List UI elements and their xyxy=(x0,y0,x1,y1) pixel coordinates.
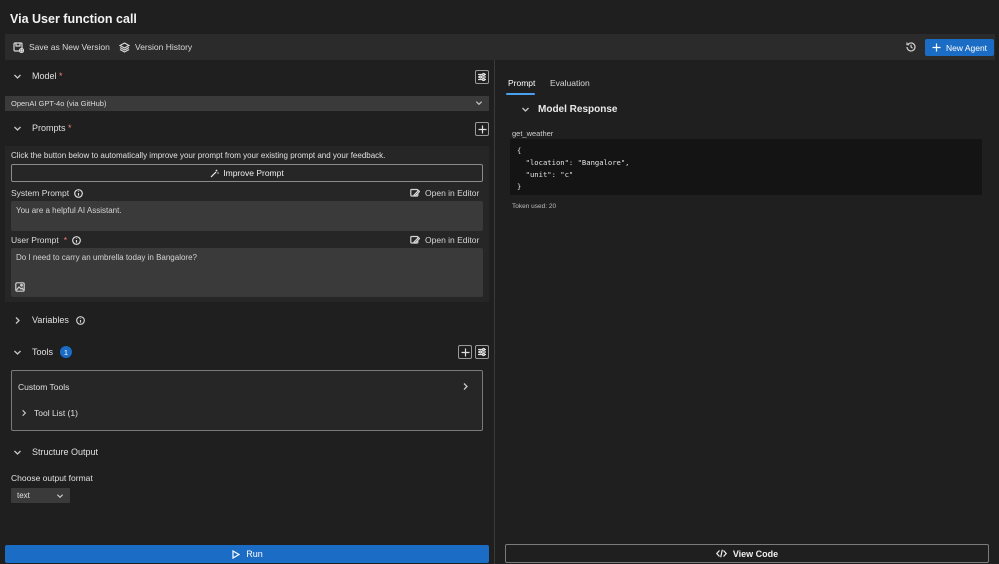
info-icon[interactable] xyxy=(75,315,85,325)
open-editor-label: Open in Editor xyxy=(425,188,480,198)
run-button[interactable]: Run xyxy=(5,545,489,563)
add-tool-button[interactable] xyxy=(458,345,472,359)
response-code-block: { "location": "Bangalore", "unit": "c" } xyxy=(510,139,982,195)
chevron-right-icon[interactable] xyxy=(461,382,470,391)
chevron-right-icon xyxy=(20,409,28,417)
tools-count-badge: 1 xyxy=(60,346,73,358)
system-prompt-input[interactable]: You are a helpful AI Assistant. xyxy=(11,201,483,231)
chevron-down-icon xyxy=(13,72,22,81)
play-icon xyxy=(231,549,241,559)
save-new-version-button[interactable]: Save as New Version xyxy=(13,34,110,60)
add-prompt-button[interactable] xyxy=(475,122,489,136)
structure-output-label: Structure Output xyxy=(32,447,99,457)
model-response-toggle[interactable]: Model Response xyxy=(521,104,617,115)
image-attach-icon[interactable] xyxy=(15,282,25,292)
tab-prompt[interactable]: Prompt xyxy=(508,78,535,88)
save-new-version-label: Save as New Version xyxy=(29,42,110,52)
history-icon[interactable] xyxy=(905,41,917,53)
save-icon xyxy=(13,41,24,53)
output-format-select[interactable]: text xyxy=(11,488,70,503)
panel-divider[interactable] xyxy=(494,60,495,564)
plus-icon xyxy=(478,125,487,134)
tools-section-toggle[interactable]: Tools 1 xyxy=(13,346,73,358)
tools-settings-button[interactable] xyxy=(475,345,489,359)
new-agent-label: New Agent xyxy=(945,42,988,53)
chevron-down-icon xyxy=(475,99,483,107)
structure-output-toggle[interactable]: Structure Output xyxy=(13,447,98,457)
code-icon xyxy=(715,549,727,558)
chevron-down-icon xyxy=(13,348,22,357)
settings-sliders-icon xyxy=(477,347,487,357)
view-code-button[interactable]: View Code xyxy=(505,544,989,563)
improve-prompt-label: Improve Prompt xyxy=(223,168,284,178)
variables-label: Variables xyxy=(32,315,69,325)
output-format-value: text xyxy=(17,491,30,500)
tool-list-label: Tool List (1) xyxy=(34,408,78,418)
settings-sliders-icon xyxy=(477,72,487,82)
system-open-editor-button[interactable]: Open in Editor xyxy=(410,188,479,198)
chevron-down-icon xyxy=(56,492,64,500)
model-response-heading: Model Response xyxy=(538,104,618,115)
custom-tools-label: Custom Tools xyxy=(18,382,70,392)
user-prompt-input[interactable]: Do I need to carry an umbrella today in … xyxy=(11,248,483,297)
plus-icon xyxy=(461,348,470,357)
improve-hint-text: Click the button below to automatically … xyxy=(11,151,386,160)
model-label: Model * xyxy=(32,71,63,81)
user-prompt-label: User Prompt * xyxy=(11,235,81,245)
tool-list-toggle[interactable]: Tool List (1) xyxy=(20,408,78,418)
choose-output-format-label: Choose output format xyxy=(11,473,93,483)
page-title: Via User function call xyxy=(10,12,137,26)
tools-panel xyxy=(11,370,483,431)
new-agent-button[interactable]: New Agent xyxy=(925,39,994,56)
open-editor-label: Open in Editor xyxy=(425,235,480,245)
prompts-section-toggle[interactable]: Prompts * xyxy=(13,123,72,133)
model-select[interactable]: OpenAI GPT-4o (via GitHub) xyxy=(5,96,489,111)
info-icon[interactable] xyxy=(72,235,81,245)
plus-icon xyxy=(932,43,941,52)
prompts-label: Prompts * xyxy=(32,123,72,133)
view-code-label: View Code xyxy=(732,548,779,559)
sparkle-wand-icon xyxy=(210,169,219,178)
info-icon[interactable] xyxy=(74,188,84,198)
edit-icon xyxy=(410,188,420,198)
edit-icon xyxy=(410,235,420,245)
model-settings-button[interactable] xyxy=(475,70,489,84)
system-prompt-label: System Prompt xyxy=(11,188,84,198)
chevron-down-icon xyxy=(13,448,22,457)
variables-section-toggle[interactable]: Variables xyxy=(13,315,85,325)
user-prompt-value: Do I need to carry an umbrella today in … xyxy=(16,253,197,262)
improve-prompt-button[interactable]: Improve Prompt xyxy=(11,164,483,182)
chevron-down-icon xyxy=(521,105,530,114)
active-tab-indicator xyxy=(506,93,535,95)
token-usage-text: Token used: 20 xyxy=(512,203,557,210)
model-select-value: OpenAI GPT-4o (via GitHub) xyxy=(11,99,107,108)
system-prompt-value: You are a helpful AI Assistant. xyxy=(16,206,122,215)
function-name: get_weather xyxy=(512,129,554,138)
user-open-editor-button[interactable]: Open in Editor xyxy=(410,235,479,245)
chevron-right-icon xyxy=(13,316,22,325)
layers-icon xyxy=(119,41,130,53)
run-label: Run xyxy=(246,549,263,559)
model-section-toggle[interactable]: Model * xyxy=(13,71,63,81)
chevron-down-icon xyxy=(13,124,22,133)
version-history-button[interactable]: Version History xyxy=(119,34,192,60)
tab-evaluation[interactable]: Evaluation xyxy=(550,78,590,88)
tools-label: Tools xyxy=(32,347,54,357)
version-history-label: Version History xyxy=(135,42,193,52)
